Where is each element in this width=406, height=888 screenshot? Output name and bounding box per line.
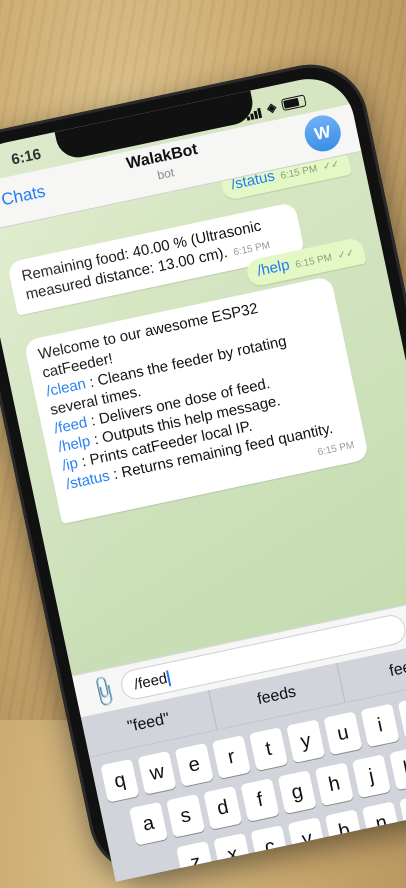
message-time: 6:15 PM <box>316 439 356 459</box>
key-n[interactable]: n <box>361 801 402 846</box>
phone: 6:16 ◈ ‹ Chats WalakBot bot W <box>0 18 406 885</box>
message-text: Remaining food: 40.00 % (Ultrasonic meas… <box>20 217 263 304</box>
screen: 6:16 ◈ ‹ Chats WalakBot bot W <box>0 70 406 882</box>
wifi-icon: ◈ <box>265 99 278 115</box>
key-q[interactable]: q <box>100 758 140 803</box>
message-list[interactable]: /status 6:15 PM ✓✓ Remaining food: 40.00 %… <box>0 147 406 677</box>
read-checkmarks-icon: ✓✓ <box>336 247 356 262</box>
message-time: 6:15 PM <box>294 252 334 271</box>
key-h[interactable]: h <box>314 762 354 807</box>
paperclip-icon[interactable]: 📎 <box>86 674 122 710</box>
key-k[interactable]: k <box>389 746 406 791</box>
key-s[interactable]: s <box>166 793 206 838</box>
key-f[interactable]: f <box>240 778 280 822</box>
key-b[interactable]: b <box>324 809 364 854</box>
key-j[interactable]: j <box>351 754 392 799</box>
message-bubble-incoming[interactable]: Welcome to our awesome ESP32 catFeeder! … <box>23 275 370 525</box>
key-w[interactable]: w <box>137 750 177 795</box>
phone-body: 6:16 ◈ ‹ Chats WalakBot bot W <box>0 53 406 885</box>
message-time: 6:15 PM <box>232 239 272 259</box>
key-y[interactable]: y <box>286 719 326 764</box>
key-e[interactable]: e <box>174 742 214 787</box>
key-z[interactable]: z <box>176 840 216 882</box>
key-m[interactable]: m <box>399 793 406 838</box>
key-r[interactable]: r <box>211 735 252 779</box>
key-v[interactable]: v <box>287 817 327 861</box>
key-c[interactable]: c <box>250 825 290 869</box>
key-x[interactable]: x <box>213 832 253 877</box>
key-t[interactable]: t <box>248 727 289 772</box>
key-a[interactable]: a <box>128 801 169 846</box>
status-time: 6:16 <box>9 145 43 169</box>
key-i[interactable]: i <box>360 703 400 748</box>
key-o[interactable]: o <box>397 695 406 740</box>
message-text[interactable]: /help <box>256 256 291 279</box>
battery-icon <box>280 93 307 111</box>
key-g[interactable]: g <box>277 770 317 815</box>
key-d[interactable]: d <box>203 785 243 830</box>
read-checkmarks-icon: ✓✓ <box>321 158 341 173</box>
key-u[interactable]: u <box>323 711 363 756</box>
